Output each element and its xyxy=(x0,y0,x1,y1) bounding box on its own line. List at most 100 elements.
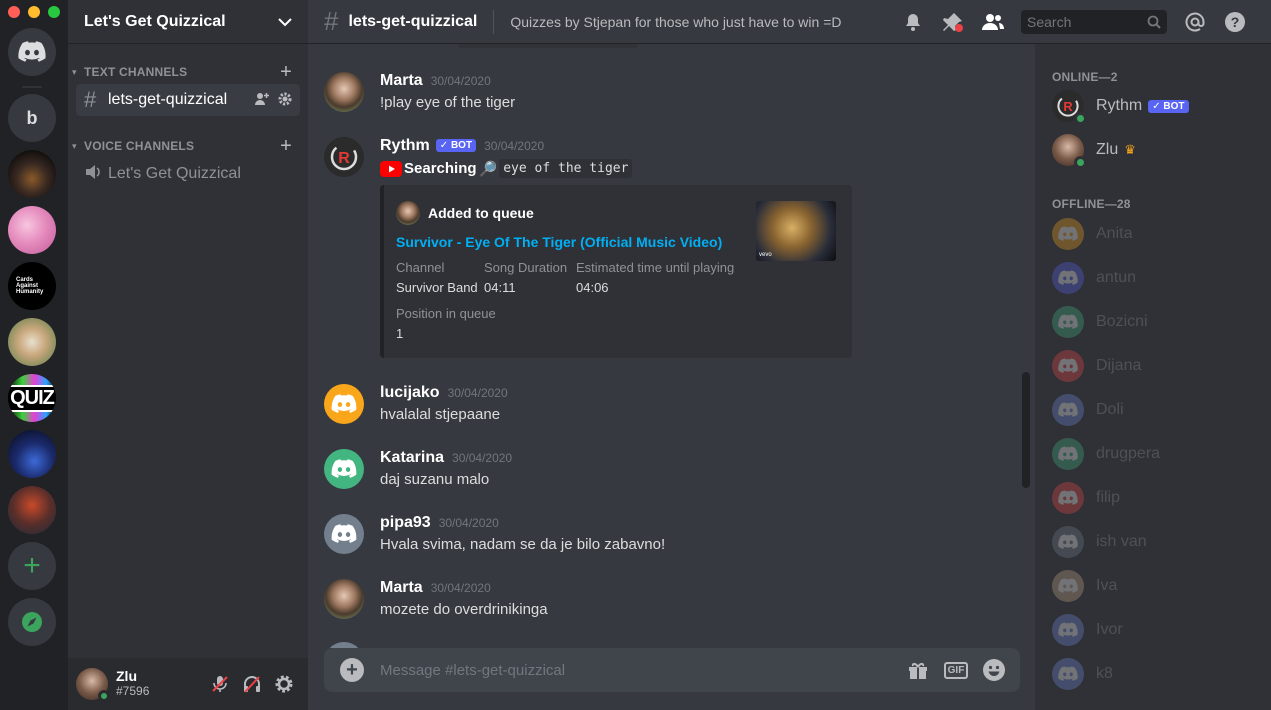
avatar[interactable] xyxy=(324,514,364,554)
member-list-item[interactable]: Dijana xyxy=(1052,349,1262,383)
emoji-icon xyxy=(983,659,1005,681)
server-icon-5[interactable] xyxy=(8,486,56,534)
discord-default-avatar-icon xyxy=(1058,578,1078,593)
member-list-item[interactable]: Iva xyxy=(1052,569,1262,603)
embed-author: Added to queue xyxy=(396,201,534,225)
message-input[interactable]: Message #lets-get-quizzical xyxy=(380,662,894,679)
message-timestamp: 30/04/2020 xyxy=(430,581,491,595)
member-list-item[interactable]: Bozicni xyxy=(1052,305,1262,339)
message-author[interactable]: Marta xyxy=(380,579,423,597)
avatar[interactable] xyxy=(324,579,364,619)
avatar[interactable] xyxy=(324,384,364,424)
member-list-item[interactable]: ish van xyxy=(1052,525,1262,559)
gift-icon xyxy=(909,662,927,679)
voice-channels-category[interactable]: ▾ VOICE CHANNELS + xyxy=(68,135,308,157)
minimize-window-button[interactable] xyxy=(28,6,40,18)
avatar xyxy=(1052,438,1084,470)
avatar xyxy=(396,201,420,225)
member-list-item[interactable]: Anita xyxy=(1052,217,1262,251)
message[interactable]: pipa93 30/04/2020 Hvala svima, nadam se d… xyxy=(324,514,1024,558)
server-cards-against-humanity[interactable]: Cards Against Humanity xyxy=(8,262,56,310)
category-label: TEXT CHANNELS xyxy=(84,65,188,79)
add-server-button[interactable]: + xyxy=(8,542,56,590)
member-list-item[interactable]: filip xyxy=(1052,481,1262,515)
member-list-item[interactable]: Doli xyxy=(1052,393,1262,427)
message-timestamp: 30/04/2020 xyxy=(438,516,499,530)
message-content: mozete do overdrinikinga xyxy=(380,601,548,618)
member-list-icon[interactable] xyxy=(981,10,1005,34)
member-list-item[interactable]: antun xyxy=(1052,261,1262,295)
close-window-button[interactable] xyxy=(8,6,20,18)
home-button[interactable] xyxy=(8,28,56,76)
user-info[interactable]: Zlu #7596 xyxy=(116,669,204,699)
message-list[interactable]: Marta 30/04/2020 !play eye of the tiger R… xyxy=(308,44,1035,648)
member-name: antun xyxy=(1096,269,1137,286)
explore-servers-button[interactable] xyxy=(8,598,56,646)
avatar[interactable]: R xyxy=(324,137,364,177)
message-author[interactable]: Katarina xyxy=(380,449,444,467)
member-name: Zlu xyxy=(1096,141,1119,158)
message-content: hvalalal stjepaane xyxy=(380,406,501,423)
server-header[interactable]: Let's Get Quizzical xyxy=(68,0,308,44)
settings-icon[interactable] xyxy=(278,92,292,109)
channel-lets-get-quizzical[interactable]: # lets-get-quizzical xyxy=(76,84,300,116)
text-channels-category[interactable]: ▾ TEXT CHANNELS + xyxy=(68,61,308,83)
channel-topic[interactable]: Quizzes by Stjepan for those who just ha… xyxy=(510,14,893,30)
gif-button[interactable]: GIF xyxy=(942,656,970,684)
add-channel-icon[interactable]: + xyxy=(280,61,292,84)
server-icon-2[interactable] xyxy=(8,206,56,254)
message-content: Hvala svima, nadam se da je bilo zabavno… xyxy=(380,536,666,553)
video-thumbnail[interactable]: vevo xyxy=(756,201,836,261)
avatar xyxy=(1052,570,1084,602)
user-settings-button[interactable] xyxy=(268,668,300,700)
gift-button[interactable] xyxy=(904,656,932,684)
chat-scrollbar[interactable] xyxy=(1022,44,1030,644)
svg-text:R: R xyxy=(338,150,350,167)
discord-default-avatar-icon xyxy=(1058,446,1078,461)
message[interactable]: Marta 30/04/2020 mozete do overdrinikinga xyxy=(324,579,1024,623)
voice-channel-lets-get-quizzical[interactable]: Let's Get Quizzical xyxy=(76,158,300,190)
embed-title-link[interactable]: Survivor - Eye Of The Tiger (Official Mu… xyxy=(396,234,722,250)
message-author[interactable]: Marta xyxy=(380,72,423,90)
message-author[interactable]: lucijako xyxy=(380,384,440,402)
notifications-bell-icon[interactable] xyxy=(901,10,925,34)
mute-button[interactable] xyxy=(204,668,236,700)
server-icon-1[interactable] xyxy=(8,150,56,198)
scrollbar-thumb[interactable] xyxy=(1022,372,1030,488)
member-list-item[interactable]: k8 xyxy=(1052,657,1262,691)
member-list-item[interactable]: drugpera xyxy=(1052,437,1262,471)
pinned-messages-icon[interactable] xyxy=(941,10,965,34)
user-tag: #7596 xyxy=(116,684,150,698)
member-rythm[interactable]: R Rythm ✓ BOT xyxy=(1052,89,1262,125)
maximize-window-button[interactable] xyxy=(48,6,60,18)
field-value: Survivor Band xyxy=(396,280,478,295)
server-icon-4[interactable] xyxy=(8,430,56,478)
message[interactable]: lucijako 30/04/2020 hvalalal stjepaane xyxy=(324,384,1024,428)
message[interactable]: Katarina 30/04/2020 daj suzanu malo xyxy=(324,449,1024,493)
field-name: Channel xyxy=(396,260,445,275)
add-channel-icon[interactable]: + xyxy=(280,135,292,158)
server-quiz[interactable]: QUIZ xyxy=(8,374,56,422)
discord-default-avatar-icon xyxy=(1058,490,1078,505)
emoji-button[interactable] xyxy=(980,656,1008,684)
field-value: 04:11 xyxy=(484,280,516,295)
avatar[interactable] xyxy=(324,72,364,112)
member-name: Dijana xyxy=(1096,357,1142,374)
mentions-icon[interactable] xyxy=(1183,10,1207,34)
member-list-item[interactable]: Ivor xyxy=(1052,613,1262,647)
upload-button[interactable]: + xyxy=(340,658,364,682)
message[interactable]: Marta 30/04/2020 !play eye of the tiger xyxy=(324,72,1024,116)
message-author[interactable]: Rythm xyxy=(380,137,430,155)
message-author[interactable]: pipa93 xyxy=(380,514,431,532)
avatar[interactable] xyxy=(76,668,110,702)
avatar[interactable] xyxy=(324,449,364,489)
deafen-button[interactable] xyxy=(236,668,268,700)
search-input[interactable]: Search xyxy=(1021,9,1167,34)
text-channel-icon: # xyxy=(324,6,339,36)
invite-icon[interactable] xyxy=(254,91,270,110)
help-icon[interactable]: ? xyxy=(1223,10,1247,34)
server-icon-3[interactable] xyxy=(8,318,56,366)
member-zlu[interactable]: Zlu ♛ xyxy=(1052,133,1262,169)
server-b[interactable]: b xyxy=(8,94,56,142)
avatar xyxy=(1052,658,1084,690)
